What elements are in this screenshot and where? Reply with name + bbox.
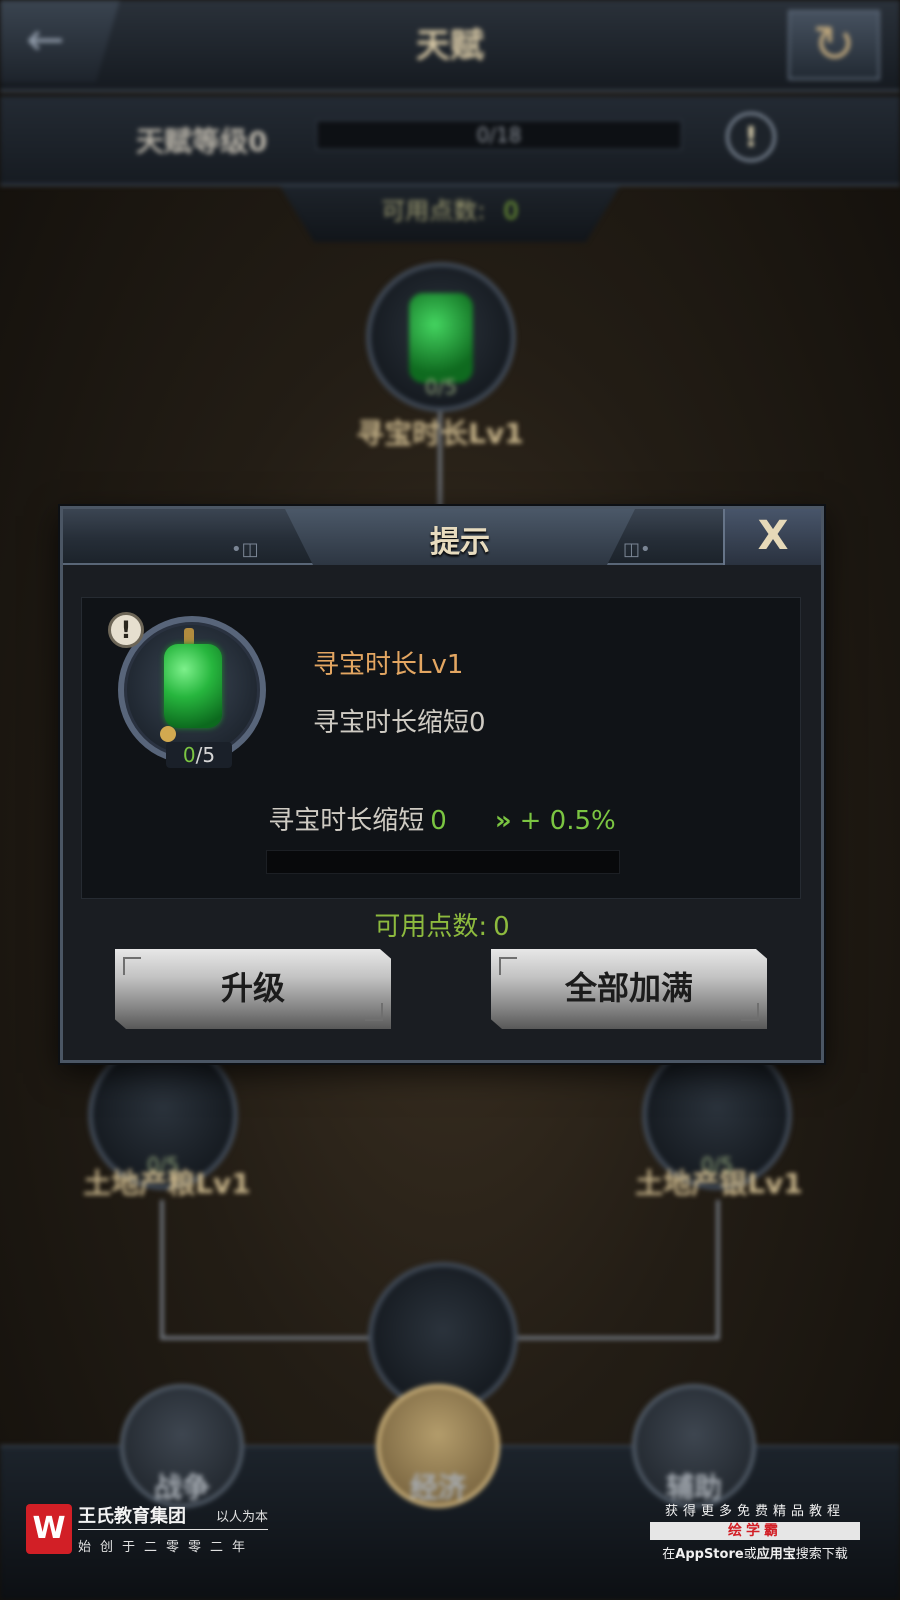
- info-button[interactable]: !: [726, 112, 776, 162]
- close-icon: X: [757, 513, 789, 559]
- dialog-available-points: 可用点数: 0: [63, 906, 821, 943]
- brand-logo-icon: W: [26, 1504, 72, 1554]
- watermark-text: 或: [743, 1547, 757, 1562]
- watermark-appstore: AppStore: [675, 1547, 744, 1562]
- watermark-group-name: 王氏教育集团: [78, 1506, 186, 1527]
- node-count: 0/5: [424, 375, 458, 399]
- bead-icon: [160, 726, 176, 742]
- jade-icon: [409, 293, 473, 383]
- tab-label: 战争: [153, 1471, 210, 1504]
- talent-count-current: 0: [182, 743, 196, 767]
- jade-pendant-icon: [164, 644, 222, 728]
- node-label: 土地产银Lv1: [635, 1167, 803, 1200]
- talent-info-panel: ! 0/5 寻宝时长Lv1 寻宝时长缩短0 寻宝时长缩短 0» + 0.5%: [81, 597, 801, 899]
- close-button[interactable]: X: [723, 509, 821, 565]
- watermark-promo: 获得更多免费精品教程: [664, 1504, 845, 1519]
- corner-ornament-icon: [499, 957, 517, 975]
- watermark-brand: 绘学霸: [650, 1522, 860, 1540]
- talent-node-treasure[interactable]: 0/5: [366, 262, 516, 412]
- ornament-right-icon: ◫•: [623, 539, 651, 560]
- talent-level-count: 0/5: [166, 742, 232, 768]
- effect-current-value: 0: [430, 806, 447, 836]
- available-points-label: 可用点数:: [374, 912, 488, 942]
- available-points-tab: 可用点数: 0: [280, 186, 620, 242]
- tree-connector: [160, 1200, 164, 1340]
- double-chevron-right-icon: »: [494, 806, 512, 836]
- effect-row: 寻宝时长缩短 0 » + 0.5%: [82, 800, 802, 837]
- talent-level-label: 天赋等级0: [136, 125, 268, 158]
- top-bar: ← 天赋 ↻: [0, 0, 900, 92]
- watermark-download: 在AppStore或应用宝搜索下载: [650, 1543, 860, 1562]
- node-label: 土地产粮Lv1: [83, 1167, 251, 1200]
- watermark-motto: 以人为本: [216, 1510, 269, 1525]
- effect-label: 寻宝时长缩短: [268, 806, 425, 836]
- page-title: 天赋: [416, 26, 484, 66]
- talent-level-progress: 0/18: [316, 120, 682, 150]
- exclamation-icon[interactable]: !: [108, 612, 144, 648]
- corner-ornament-icon: [741, 1003, 759, 1021]
- info-icon: !: [744, 120, 758, 153]
- tree-connector: [716, 1200, 720, 1340]
- tab-label: 经济: [409, 1471, 466, 1504]
- watermark-yingyongbao: 应用宝: [756, 1547, 796, 1562]
- talent-progress-bar: [266, 850, 620, 874]
- watermark-left: W 王氏教育集团 以人为本 始创于二零零二年: [26, 1502, 286, 1562]
- max-all-button[interactable]: 全部加满: [491, 949, 767, 1029]
- ornament-left-icon: •◫: [231, 539, 259, 560]
- corner-ornament-icon: [365, 1003, 383, 1021]
- refresh-icon: ↻: [812, 15, 856, 75]
- talent-tip-dialog: 提示 •◫ ◫• X ! 0/5 寻宝时长Lv1 寻宝时长缩短0 寻宝时长缩短 0…: [60, 506, 824, 1063]
- upgrade-button[interactable]: 升级: [115, 949, 391, 1029]
- dialog-title: 提示: [430, 525, 490, 560]
- available-points-label: 可用点数:: [381, 197, 486, 225]
- talent-description: 寻宝时长缩短0: [313, 708, 486, 738]
- talent-name: 寻宝时长Lv1: [313, 650, 464, 680]
- watermark-text: 在: [662, 1547, 676, 1562]
- watermark-divider: [78, 1529, 268, 1530]
- watermark-text: 搜索下载: [795, 1547, 848, 1562]
- node-label: 寻宝时长Lv1: [356, 417, 524, 450]
- corner-ornament-icon: [123, 957, 141, 975]
- upgrade-button-label: 升级: [220, 969, 285, 1007]
- available-points-value: 0: [493, 912, 510, 942]
- watermark-founded: 始创于二零零二年: [78, 1540, 255, 1555]
- dialog-header: 提示 •◫ ◫• X: [63, 509, 821, 565]
- refresh-button[interactable]: ↻: [788, 10, 880, 80]
- talent-level-bar: 天赋等级0 0/18 !: [0, 96, 900, 186]
- effect-increase: + 0.5%: [519, 806, 616, 836]
- max-all-button-label: 全部加满: [564, 969, 693, 1007]
- talent-count-total: /5: [195, 743, 216, 767]
- available-points-value: 0: [503, 197, 519, 225]
- watermark-right: 获得更多免费精品教程 绘学霸 在AppStore或应用宝搜索下载: [650, 1500, 860, 1562]
